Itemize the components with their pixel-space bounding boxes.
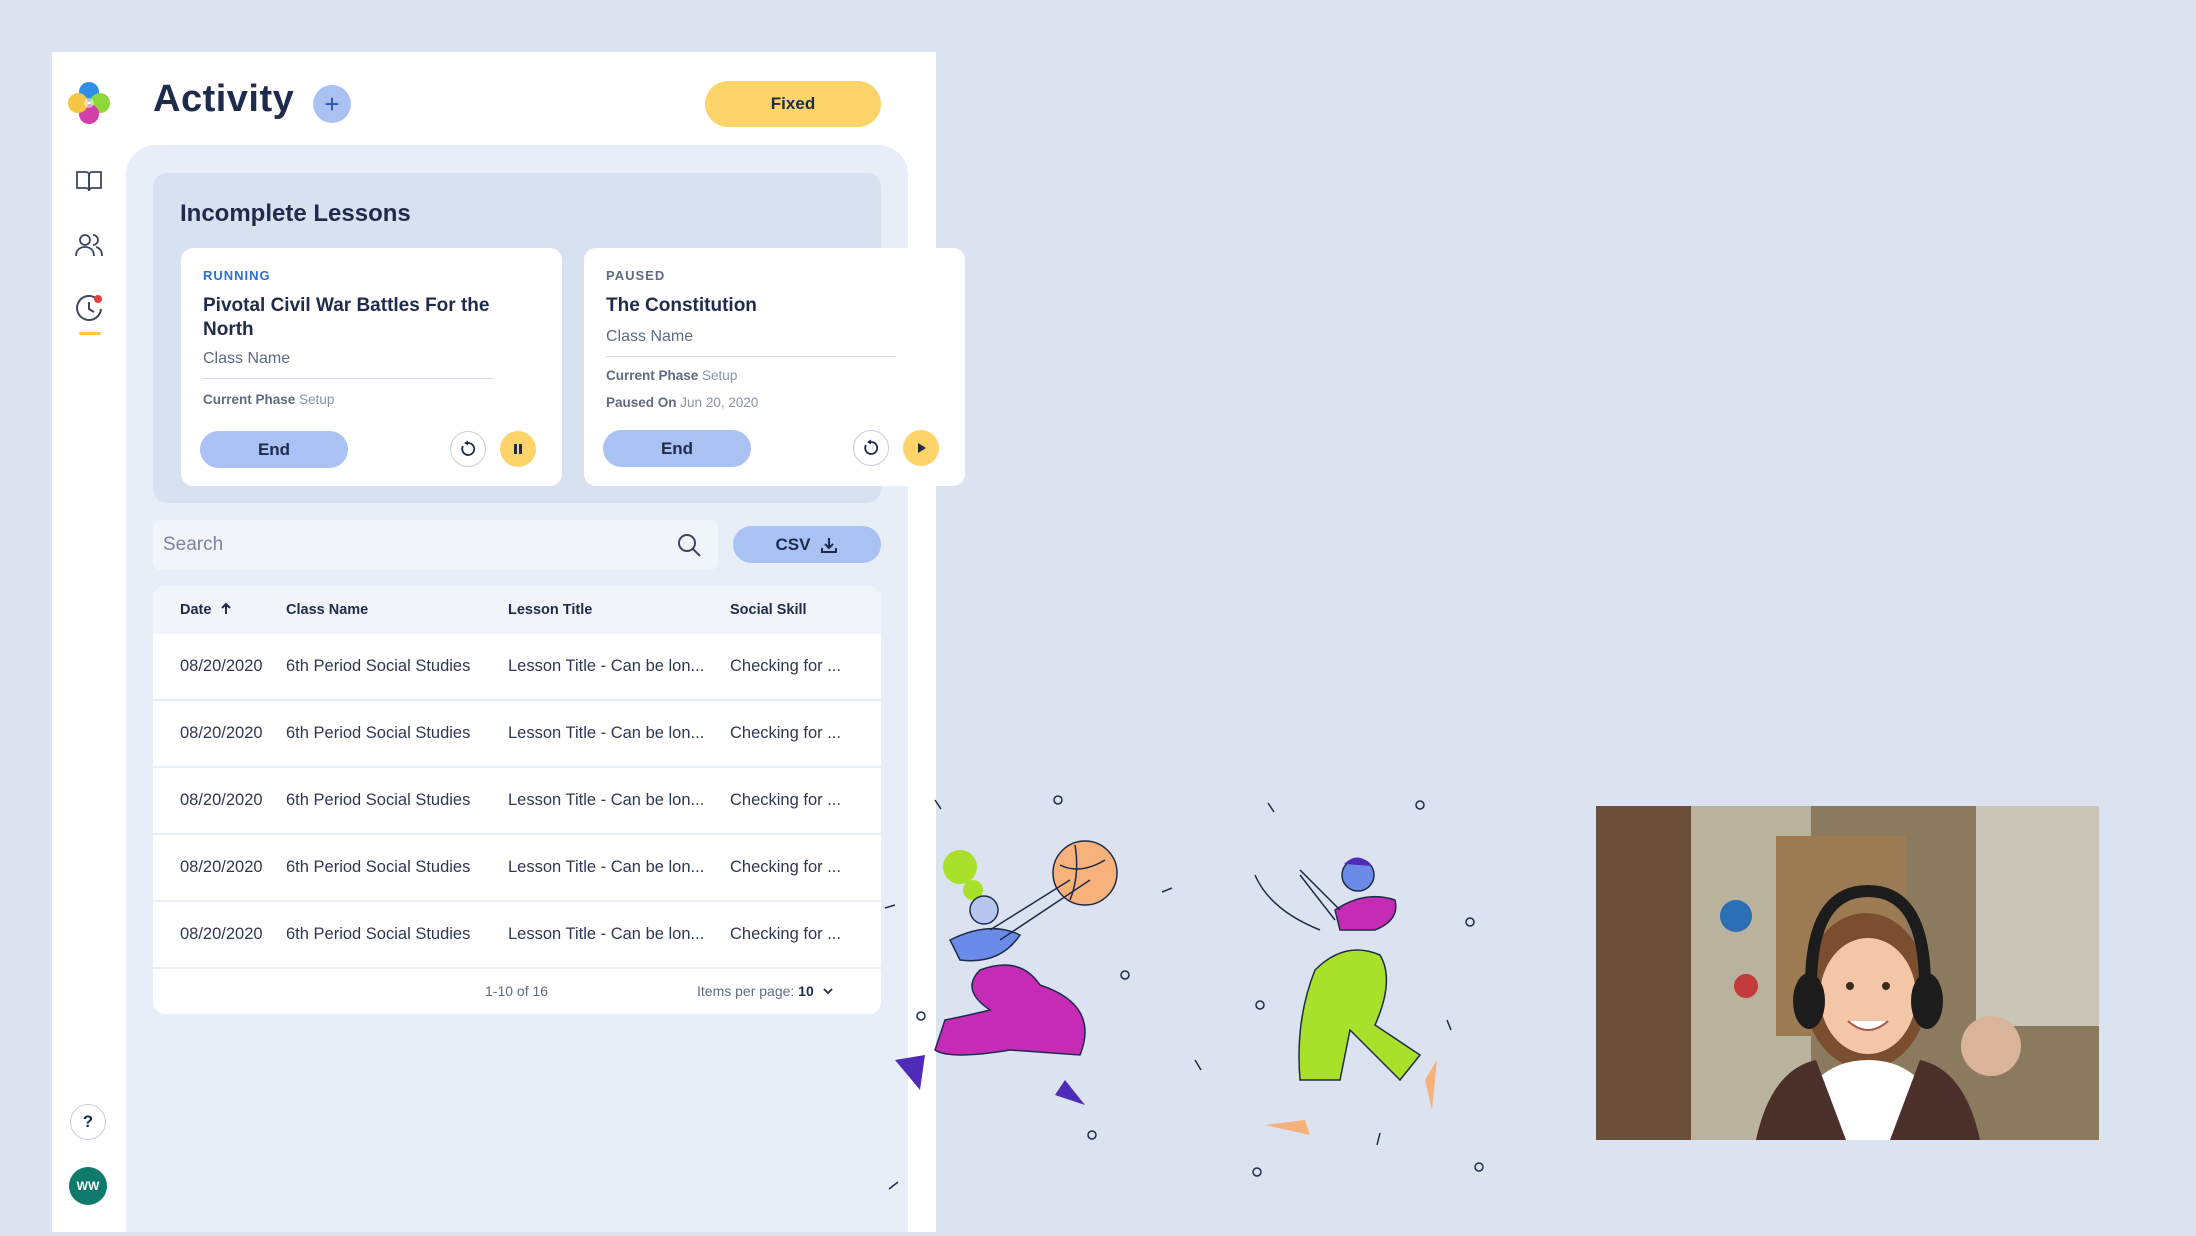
nav-users[interactable] [72, 228, 106, 262]
cell-social-skill: Checking for ... [730, 925, 841, 943]
lesson-title: The Constitution [606, 295, 757, 316]
activity-table: Date Class Name Lesson Title Social Skil… [153, 586, 881, 1014]
add-activity-button[interactable]: + [313, 85, 351, 123]
app-panel: ? WW Activity + Fixed Incomplete Lessons… [52, 52, 965, 1232]
cell-date: 08/20/2020 [180, 925, 263, 943]
items-per-page-label: Items per page: [697, 983, 795, 999]
cell-lesson-title: Lesson Title - Can be lon... [508, 791, 705, 809]
cell-lesson-title: Lesson Title - Can be lon... [508, 925, 705, 943]
cell-social-skill: Checking for ... [730, 791, 841, 809]
restart-icon [461, 440, 476, 456]
class-name: Class Name [606, 328, 694, 345]
users-icon [75, 234, 103, 257]
cell-class-name: 6th Period Social Studies [286, 925, 471, 943]
paused-on: Paused On Jun 20, 2020 [606, 395, 758, 410]
table-row[interactable]: 08/20/2020 6th Period Social Studies Lesso… [153, 902, 881, 969]
search-box[interactable]: Search [153, 520, 718, 570]
cell-date: 08/20/2020 [180, 724, 263, 742]
nav-activity[interactable] [72, 292, 106, 326]
divider [606, 356, 896, 357]
lesson-card-paused[interactable]: PAUSED The Constitution Class Name Curre… [584, 248, 965, 486]
cell-lesson-title: Lesson Title - Can be lon... [508, 657, 705, 675]
items-per-page[interactable]: Items per page: 10 [697, 983, 834, 999]
fixed-button[interactable]: Fixed [705, 81, 881, 127]
student-photo [1596, 806, 2099, 1140]
status-badge: RUNNING [203, 268, 271, 283]
table-row[interactable]: 08/20/2020 6th Period Social Studies Lesso… [153, 835, 881, 902]
download-icon [821, 537, 838, 553]
cell-class-name: 6th Period Social Studies [286, 791, 471, 809]
column-header-social-skill[interactable]: Social Skill [730, 602, 807, 618]
avatar[interactable]: WW [69, 1167, 107, 1205]
play-button[interactable] [903, 430, 939, 466]
page-title: Activity [153, 78, 295, 120]
search-icon[interactable] [676, 532, 702, 558]
restart-icon [864, 439, 879, 455]
table-row[interactable]: 08/20/2020 6th Period Social Studies Lesso… [153, 634, 881, 701]
logo-icon[interactable] [65, 79, 113, 127]
current-phase: Current Phase Setup [203, 392, 334, 407]
restart-button[interactable] [450, 431, 486, 467]
table-row[interactable]: 08/20/2020 6th Period Social Studies Lesso… [153, 701, 881, 768]
sidebar: ? WW [52, 52, 126, 1232]
pause-button[interactable] [500, 431, 536, 467]
paused-on-label: Paused On [606, 395, 677, 410]
lesson-title: Pivotal Civil War Battles For the North [203, 295, 490, 340]
csv-export-button[interactable]: CSV [733, 526, 881, 563]
pagination-range: 1-10 of 16 [485, 983, 549, 999]
class-name: Class Name [203, 350, 291, 367]
cell-social-skill: Checking for ... [730, 724, 841, 742]
cell-class-name: 6th Period Social Studies [286, 724, 471, 742]
pause-icon [514, 444, 522, 454]
column-header-date-label: Date [180, 602, 212, 618]
current-phase-label: Current Phase [203, 392, 296, 407]
column-header-date[interactable]: Date [180, 602, 233, 618]
table-row[interactable]: 08/20/2020 6th Period Social Studies Lesso… [153, 768, 881, 835]
chevron-down-icon [823, 988, 833, 995]
incomplete-lessons-title: Incomplete Lessons [180, 200, 411, 227]
end-button[interactable]: End [200, 431, 348, 468]
table-header: Date Class Name Lesson Title Social Skil… [153, 586, 881, 634]
divider [203, 378, 493, 379]
nav-lessons[interactable] [72, 164, 106, 198]
items-per-page-value: 10 [798, 983, 814, 999]
play-icon [918, 443, 926, 453]
search-input[interactable]: Search [163, 534, 223, 556]
cell-social-skill: Checking for ... [730, 858, 841, 876]
end-button[interactable]: End [603, 430, 751, 467]
students-illustration [884, 795, 1484, 1190]
cell-class-name: 6th Period Social Studies [286, 858, 471, 876]
active-nav-indicator [79, 332, 101, 335]
activity-clock-icon [76, 294, 102, 321]
column-header-lesson-title[interactable]: Lesson Title [508, 602, 592, 618]
csv-label: CSV [775, 534, 811, 554]
column-header-class-name[interactable]: Class Name [286, 602, 368, 618]
cell-class-name: 6th Period Social Studies [286, 657, 471, 675]
status-badge: PAUSED [606, 268, 666, 283]
current-phase: Current Phase Setup [606, 368, 737, 383]
plus-icon: + [324, 88, 340, 119]
sort-up-icon [221, 602, 232, 614]
cell-date: 08/20/2020 [180, 791, 263, 809]
current-phase-value: Setup [299, 392, 335, 407]
current-phase-label: Current Phase [606, 368, 699, 383]
cell-social-skill: Checking for ... [730, 657, 841, 675]
cell-lesson-title: Lesson Title - Can be lon... [508, 858, 705, 876]
cell-date: 08/20/2020 [180, 657, 263, 675]
restart-button[interactable] [853, 430, 889, 466]
cell-lesson-title: Lesson Title - Can be lon... [508, 724, 705, 742]
current-phase-value: Setup [702, 368, 738, 383]
help-button[interactable]: ? [70, 1104, 106, 1140]
cell-date: 08/20/2020 [180, 858, 263, 876]
lesson-card-running[interactable]: RUNNING Pivotal Civil War Battles For th… [181, 248, 562, 486]
paused-on-value: Jun 20, 2020 [680, 395, 759, 410]
book-icon [76, 171, 102, 192]
